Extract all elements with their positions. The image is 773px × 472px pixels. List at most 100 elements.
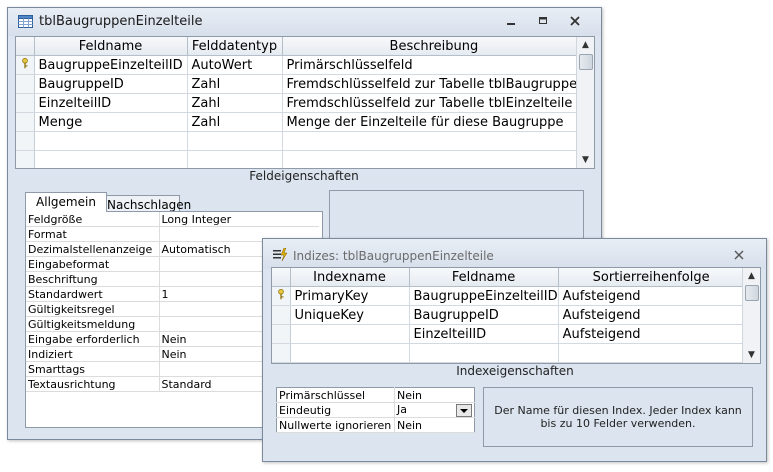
property-label: Eingabeformat (26, 256, 160, 272)
table-row[interactable]: BaugruppeEinzelteilID AutoWert Primärsch… (16, 55, 587, 75)
field-type-cell[interactable]: AutoWert (187, 55, 283, 75)
field-description-cell[interactable]: Menge der Einzelteile für diese Baugrupp… (282, 112, 587, 132)
field-type-cell[interactable] (187, 131, 283, 151)
scroll-down-icon[interactable]: ▼ (743, 347, 760, 363)
property-row[interactable]: Nullwerte ignorieren Nein (276, 417, 475, 433)
index-lightning-icon (273, 248, 288, 261)
column-header-indexname[interactable]: Indexname (290, 268, 410, 287)
field-name-cell[interactable] (34, 131, 188, 151)
property-label: Format (26, 226, 160, 242)
field-grid-scrollbar[interactable]: ▲ ▼ (576, 37, 594, 168)
property-label: Smarttags (26, 361, 160, 377)
column-header-felddatentyp[interactable]: Felddatentyp (187, 37, 283, 56)
row-selector[interactable] (16, 112, 35, 132)
table-row[interactable]: PrimaryKey BaugruppeEinzelteilID Aufstei… (272, 286, 745, 306)
table-row[interactable]: BaugruppeID Zahl Fremdschlüsselfeld zur … (16, 74, 587, 94)
property-row[interactable]: Eindeutig Ja (276, 402, 475, 418)
index-help-text: Der Name für diesen Index. Jeder Index k… (494, 404, 742, 430)
primary-key-icon (22, 57, 28, 68)
scrollbar-thumb[interactable] (579, 54, 593, 70)
index-sort-cell[interactable]: Aufsteigend (558, 305, 745, 325)
row-selector-header (16, 37, 35, 56)
field-type-cell[interactable]: Zahl (187, 112, 283, 132)
eindeutig-combo[interactable]: Ja (394, 402, 475, 418)
scroll-down-icon[interactable]: ▼ (577, 152, 594, 168)
property-row[interactable]: Feldgröße Long Integer (26, 212, 319, 227)
property-label: Primärschlüssel (276, 387, 395, 403)
field-description-cell[interactable] (282, 131, 587, 151)
field-name-cell[interactable]: EinzelteilID (34, 93, 188, 113)
field-description-cell[interactable]: Primärschlüsselfeld (282, 55, 587, 75)
index-name-cell[interactable] (290, 324, 410, 344)
row-selector[interactable] (16, 131, 35, 151)
row-selector[interactable] (272, 305, 291, 325)
row-selector[interactable] (16, 74, 35, 94)
field-description-cell[interactable]: Fremdschlüsselfeld zur Tabelle tblBaugru… (282, 74, 587, 94)
column-header-feldname[interactable]: Feldname (409, 268, 559, 287)
row-selector-header (272, 268, 291, 287)
property-label: Dezimalstellenanzeige (26, 241, 160, 257)
scrollbar-thumb[interactable] (745, 285, 759, 301)
field-name-cell[interactable] (34, 150, 188, 168)
row-selector[interactable] (16, 93, 35, 113)
index-window: Indizes: tblBaugruppenEinzelteile Indexn… (262, 238, 767, 462)
minimize-icon[interactable] (500, 14, 522, 30)
property-row[interactable]: Primärschlüssel Nein (276, 387, 475, 403)
index-grid-scrollbar[interactable]: ▲ ▼ (742, 268, 760, 363)
index-grid[interactable]: Indexname Feldname Sortierreihenfolge Pr… (271, 267, 761, 364)
index-name-cell[interactable]: PrimaryKey (290, 286, 410, 306)
column-header-feldname[interactable]: Feldname (34, 37, 188, 56)
index-sort-cell[interactable]: Aufsteigend (558, 286, 745, 306)
field-type-cell[interactable]: Zahl (187, 93, 283, 113)
field-grid[interactable]: Feldname Felddatentyp Beschreibung Baugr… (15, 36, 595, 169)
table-window-titlebar[interactable]: tblBaugruppenEinzelteile (8, 8, 601, 36)
row-selector[interactable] (16, 150, 35, 168)
row-selector[interactable] (272, 286, 291, 306)
field-description-cell[interactable]: Fremdschlüsselfeld zur Tabelle tblEinzel… (282, 93, 587, 113)
index-field-cell[interactable] (409, 343, 559, 363)
row-selector[interactable] (272, 343, 291, 363)
scroll-up-icon[interactable]: ▲ (577, 37, 594, 53)
property-value[interactable]: Nein (394, 417, 475, 433)
table-row[interactable]: EinzelteilID Zahl Fremdschlüsselfeld zur… (16, 93, 587, 113)
field-name-cell[interactable]: Menge (34, 112, 188, 132)
field-name-cell[interactable]: BaugruppeEinzelteilID (34, 55, 188, 75)
index-properties-label: Indexeigenschaften (456, 364, 574, 378)
field-name-cell[interactable]: BaugruppeID (34, 74, 188, 94)
dropdown-arrow-icon[interactable] (456, 404, 472, 417)
index-sort-cell[interactable]: Aufsteigend (558, 324, 745, 344)
index-field-cell[interactable]: BaugruppeID (409, 305, 559, 325)
close-icon[interactable] (564, 14, 586, 30)
table-row[interactable]: EinzelteilID Aufsteigend (272, 324, 745, 344)
index-name-cell[interactable] (290, 343, 410, 363)
index-sort-cell[interactable] (558, 343, 745, 363)
index-field-cell[interactable]: EinzelteilID (409, 324, 559, 344)
table-row[interactable] (16, 131, 587, 151)
tab-allgemein[interactable]: Allgemein (25, 192, 107, 212)
close-icon[interactable] (728, 248, 750, 264)
property-value[interactable]: Nein (394, 387, 475, 403)
table-icon (18, 15, 33, 28)
restore-icon[interactable] (531, 14, 553, 30)
field-table: Feldname Felddatentyp Beschreibung Baugr… (16, 37, 587, 168)
field-description-cell[interactable] (282, 150, 587, 168)
column-header-beschreibung[interactable]: Beschreibung (282, 37, 587, 56)
index-window-titlebar[interactable]: Indizes: tblBaugruppenEinzelteile (263, 239, 766, 269)
row-selector[interactable] (16, 55, 35, 75)
table-row[interactable]: UniqueKey BaugruppeID Aufsteigend (272, 305, 745, 325)
scroll-up-icon[interactable]: ▲ (743, 268, 760, 284)
table-row[interactable] (272, 343, 745, 363)
field-type-cell[interactable]: Zahl (187, 74, 283, 94)
property-label: Nullwerte ignorieren (276, 417, 395, 433)
column-header-sortierreihenfolge[interactable]: Sortierreihenfolge (558, 268, 745, 287)
property-label: Gültigkeitsmeldung (26, 316, 160, 332)
index-field-cell[interactable]: BaugruppeEinzelteilID (409, 286, 559, 306)
property-label: Gültigkeitsregel (26, 301, 160, 317)
index-name-cell[interactable]: UniqueKey (290, 305, 410, 325)
row-selector[interactable] (272, 324, 291, 344)
index-properties-table: Primärschlüssel Nein Eindeutig Ja Nullwe… (276, 387, 475, 433)
field-type-cell[interactable] (187, 150, 283, 168)
property-value[interactable]: Long Integer (159, 212, 319, 227)
table-row[interactable] (16, 150, 587, 168)
table-row[interactable]: Menge Zahl Menge der Einzelteile für die… (16, 112, 587, 132)
